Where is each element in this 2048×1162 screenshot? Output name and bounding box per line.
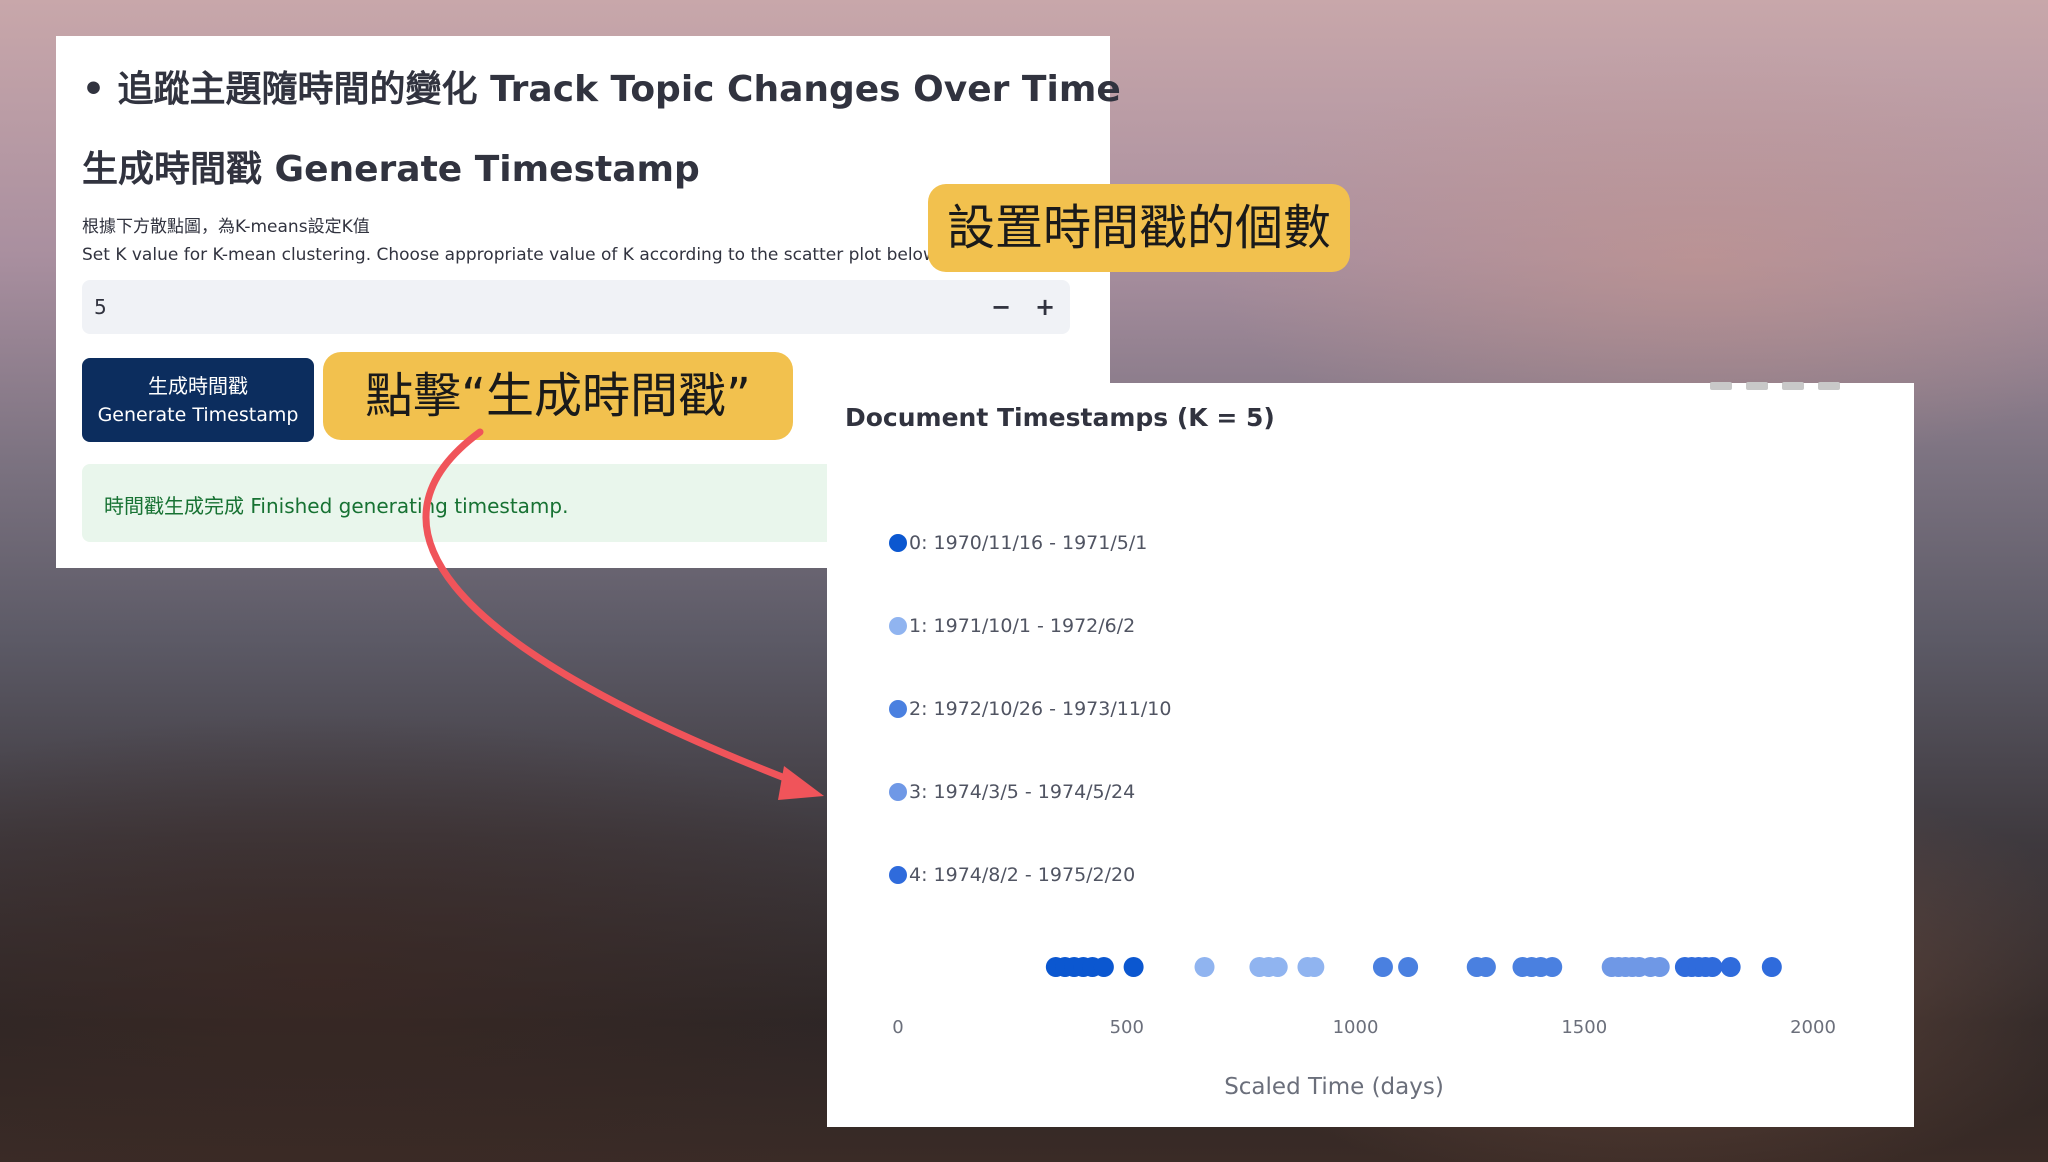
arrow-head-icon [778, 766, 824, 800]
annotation-arrow [422, 428, 824, 800]
